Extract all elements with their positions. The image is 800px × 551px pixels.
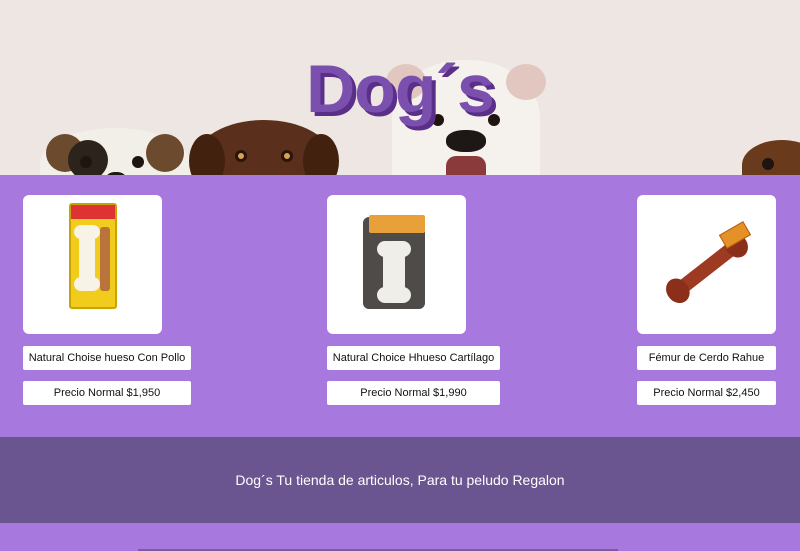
product-price: Precio Normal $2,450 — [637, 381, 776, 405]
product-card[interactable]: Natural Choice Hhueso Cartílago Precio N… — [327, 195, 500, 405]
hero-banner: Dog´s — [0, 0, 800, 175]
dog-bone-cartilage-package-icon — [363, 215, 425, 309]
dog-image-beagle — [40, 128, 190, 175]
dog-bone-chicken-package-icon — [69, 203, 117, 309]
product-grid: Natural Choise hueso Con Pollo Precio No… — [0, 175, 800, 437]
product-card[interactable]: Fémur de Cerdo Rahue Precio Normal $2,45… — [637, 195, 776, 405]
product-name[interactable]: Natural Choice Hhueso Cartílago — [327, 346, 500, 370]
product-name[interactable]: Fémur de Cerdo Rahue — [637, 346, 776, 370]
product-image[interactable] — [23, 195, 162, 334]
footer-text: Dog´s Tu tienda de articulos, Para tu pe… — [235, 472, 565, 488]
product-card[interactable]: Natural Choise hueso Con Pollo Precio No… — [23, 195, 191, 405]
site-title: Dog´s — [306, 51, 495, 127]
product-price: Precio Normal $1,950 — [23, 381, 191, 405]
dog-image-labrador — [189, 120, 339, 175]
product-image[interactable] — [637, 195, 776, 334]
bottom-strip — [0, 523, 800, 551]
footer-banner: Dog´s Tu tienda de articulos, Para tu pe… — [0, 437, 800, 523]
product-price: Precio Normal $1,990 — [327, 381, 500, 405]
product-image[interactable] — [327, 195, 466, 334]
product-name[interactable]: Natural Choise hueso Con Pollo — [23, 346, 191, 370]
dog-image-partial — [742, 140, 800, 175]
